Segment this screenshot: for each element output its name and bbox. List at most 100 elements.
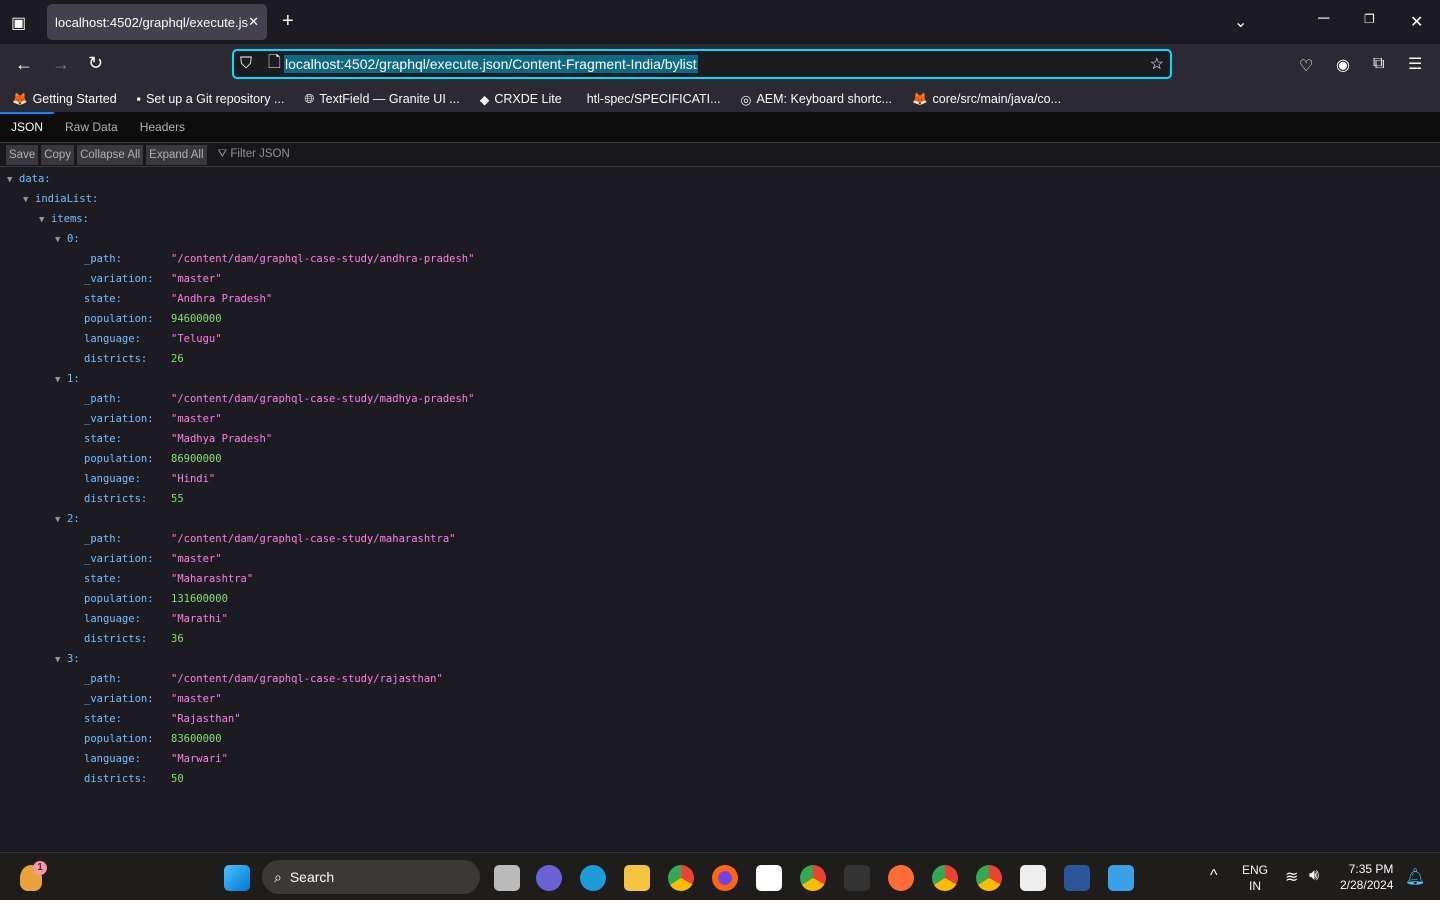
- wifi-icon[interactable]: ≋: [1285, 867, 1298, 887]
- tree-row-population[interactable]: population: 94600000: [0, 309, 1440, 329]
- tree-row-districts[interactable]: districts: 36: [0, 629, 1440, 649]
- tree-row-population[interactable]: population: 86900000: [0, 449, 1440, 469]
- bookmark-item[interactable]: ◎ AEM: Keyboard shortc...: [741, 92, 892, 107]
- tree-row-language[interactable]: language: "Marwari": [0, 749, 1440, 769]
- chevron-down-icon[interactable]: ⌄: [1234, 12, 1247, 32]
- tab-list-icon[interactable]: ▣: [11, 13, 26, 33]
- shield-icon[interactable]: ⛉: [240, 55, 252, 73]
- bookmark-item[interactable]: ◆ CRXDE Lite: [480, 92, 562, 107]
- clock[interactable]: 7:35 PM 2/28/2024: [1340, 861, 1393, 893]
- expand-toggle-icon[interactable]: ▼: [39, 210, 51, 230]
- firefox-icon[interactable]: [712, 865, 738, 891]
- extensions-icon[interactable]: ⧉: [1373, 55, 1384, 73]
- language-indicator[interactable]: ENG IN: [1242, 862, 1268, 894]
- chrome-icon[interactable]: [668, 865, 694, 891]
- terminal-icon[interactable]: [844, 865, 870, 891]
- tree-row-items[interactable]: ▼ items:: [0, 209, 1440, 229]
- photos-icon[interactable]: [1108, 865, 1134, 891]
- bookmark-item[interactable]: 🦊 core/src/main/java/co...: [912, 92, 1061, 107]
- start-icon[interactable]: [224, 865, 250, 891]
- tree-row-population[interactable]: population: 131600000: [0, 589, 1440, 609]
- tree-row-data[interactable]: ▼ data:: [0, 169, 1440, 189]
- url-text[interactable]: localhost:4502/graphql/execute.json/Cont…: [284, 55, 698, 73]
- restore-icon[interactable]: ❐: [1364, 12, 1375, 26]
- tree-row-item-0[interactable]: ▼ 0:: [0, 229, 1440, 249]
- snipping-tool-icon[interactable]: [1020, 865, 1046, 891]
- close-tab-icon[interactable]: ✕: [248, 14, 259, 30]
- tree-row-variation[interactable]: _variation: "master": [0, 689, 1440, 709]
- bookmark-item[interactable]: 🦊 Getting Started: [12, 92, 117, 107]
- task-view-icon[interactable]: [494, 865, 520, 891]
- notification-bell-icon[interactable]: 🔔︎: [1405, 867, 1425, 887]
- tree-row-language[interactable]: language: "Hindi": [0, 469, 1440, 489]
- tree-row-state[interactable]: state: "Rajasthan": [0, 709, 1440, 729]
- tree-row-districts[interactable]: districts: 55: [0, 489, 1440, 509]
- tree-row-population[interactable]: population: 83600000: [0, 729, 1440, 749]
- expand-toggle-icon[interactable]: ▼: [55, 510, 67, 530]
- expand-all-button[interactable]: Expand All: [146, 144, 207, 165]
- tree-row-item-2[interactable]: ▼ 2:: [0, 509, 1440, 529]
- tree-row-path[interactable]: _path: "/content/dam/graphql-case-study/r…: [0, 669, 1440, 689]
- tree-row-districts[interactable]: districts: 50: [0, 769, 1440, 789]
- expand-toggle-icon[interactable]: ▼: [55, 230, 67, 250]
- tree-row-path[interactable]: _path: "/content/dam/graphql-case-study/m…: [0, 389, 1440, 409]
- tree-row-state[interactable]: state: "Maharashtra": [0, 569, 1440, 589]
- pocket-icon[interactable]: ♡: [1299, 56, 1313, 76]
- volume-icon[interactable]: 🔊︎: [1309, 867, 1319, 885]
- json-key: _variation:: [84, 413, 154, 425]
- bookmark-item[interactable]: 🌐︎ TextField — Granite UI ...: [304, 92, 459, 107]
- chrome-profile-icon[interactable]: [800, 865, 826, 891]
- edge-icon[interactable]: [580, 865, 606, 891]
- json-value: 26: [171, 353, 184, 365]
- url-bar[interactable]: ⛉ 🗋 localhost:4502/graphql/execute.json/…: [232, 49, 1172, 79]
- tree-row-state[interactable]: state: "Madhya Pradesh": [0, 429, 1440, 449]
- back-icon[interactable]: ←: [15, 54, 33, 75]
- chrome-profile3-icon[interactable]: [976, 865, 1002, 891]
- teams-icon[interactable]: [536, 865, 562, 891]
- star-icon[interactable]: ☆: [1150, 54, 1164, 74]
- word-icon[interactable]: [1064, 865, 1090, 891]
- tree-row-path[interactable]: _path: "/content/dam/graphql-case-study/a…: [0, 249, 1440, 269]
- new-tab-icon[interactable]: +: [282, 10, 294, 33]
- expand-toggle-icon[interactable]: ▼: [55, 650, 67, 670]
- chrome-profile2-icon[interactable]: [932, 865, 958, 891]
- tree-row-language[interactable]: language: "Telugu": [0, 329, 1440, 349]
- bookmark-item[interactable]: htl-spec/SPECIFICATI...: [582, 92, 721, 106]
- copy-button[interactable]: Copy: [41, 144, 75, 165]
- save-button[interactable]: Save: [6, 144, 39, 165]
- expand-toggle-icon[interactable]: ▼: [55, 370, 67, 390]
- tree-row-item-3[interactable]: ▼ 3:: [0, 649, 1440, 669]
- account-icon[interactable]: ◉: [1336, 55, 1350, 75]
- json-value: "/content/dam/graphql-case-study/madhya-…: [171, 393, 475, 405]
- json-value: "Rajasthan": [171, 713, 241, 725]
- browser-tab[interactable]: localhost:4502/graphql/execute.json/Cont…: [47, 4, 267, 40]
- menu-icon[interactable]: ☰: [1408, 54, 1422, 74]
- filter-json-input[interactable]: ⛛ Filter JSON: [218, 148, 290, 161]
- tree-row-variation[interactable]: _variation: "master": [0, 549, 1440, 569]
- forward-icon[interactable]: →: [52, 54, 70, 75]
- tree-row-variation[interactable]: _variation: "master": [0, 269, 1440, 289]
- postman-icon[interactable]: [888, 865, 914, 891]
- expand-toggle-icon[interactable]: ▼: [7, 170, 19, 190]
- tree-row-path[interactable]: _path: "/content/dam/graphql-case-study/m…: [0, 529, 1440, 549]
- tree-row-item-1[interactable]: ▼ 1:: [0, 369, 1440, 389]
- tab-json[interactable]: JSON: [0, 112, 55, 142]
- tab-bar: ▣ localhost:4502/graphql/execute.json/Co…: [0, 0, 1440, 44]
- tab-raw-data[interactable]: Raw Data: [54, 112, 129, 142]
- tray-chevron-icon[interactable]: ^: [1210, 867, 1218, 885]
- store-icon[interactable]: [756, 865, 782, 891]
- close-window-icon[interactable]: ✕: [1410, 12, 1423, 32]
- tree-row-variation[interactable]: _variation: "master": [0, 409, 1440, 429]
- file-explorer-icon[interactable]: [624, 865, 650, 891]
- minimize-icon[interactable]: ─: [1318, 10, 1329, 28]
- taskbar-search[interactable]: ⌕ Search: [262, 860, 480, 894]
- tab-headers[interactable]: Headers: [129, 112, 196, 142]
- tree-row-language[interactable]: language: "Marathi": [0, 609, 1440, 629]
- collapse-all-button[interactable]: Collapse All: [77, 144, 144, 165]
- bookmark-item[interactable]: ▪ Set up a Git repository ...: [137, 92, 285, 106]
- tree-row-state[interactable]: state: "Andhra Pradesh": [0, 289, 1440, 309]
- expand-toggle-icon[interactable]: ▼: [23, 190, 35, 210]
- reload-icon[interactable]: ↻: [88, 53, 103, 74]
- tree-row-districts[interactable]: districts: 26: [0, 349, 1440, 369]
- tree-row-indialist[interactable]: ▼ indiaList:: [0, 189, 1440, 209]
